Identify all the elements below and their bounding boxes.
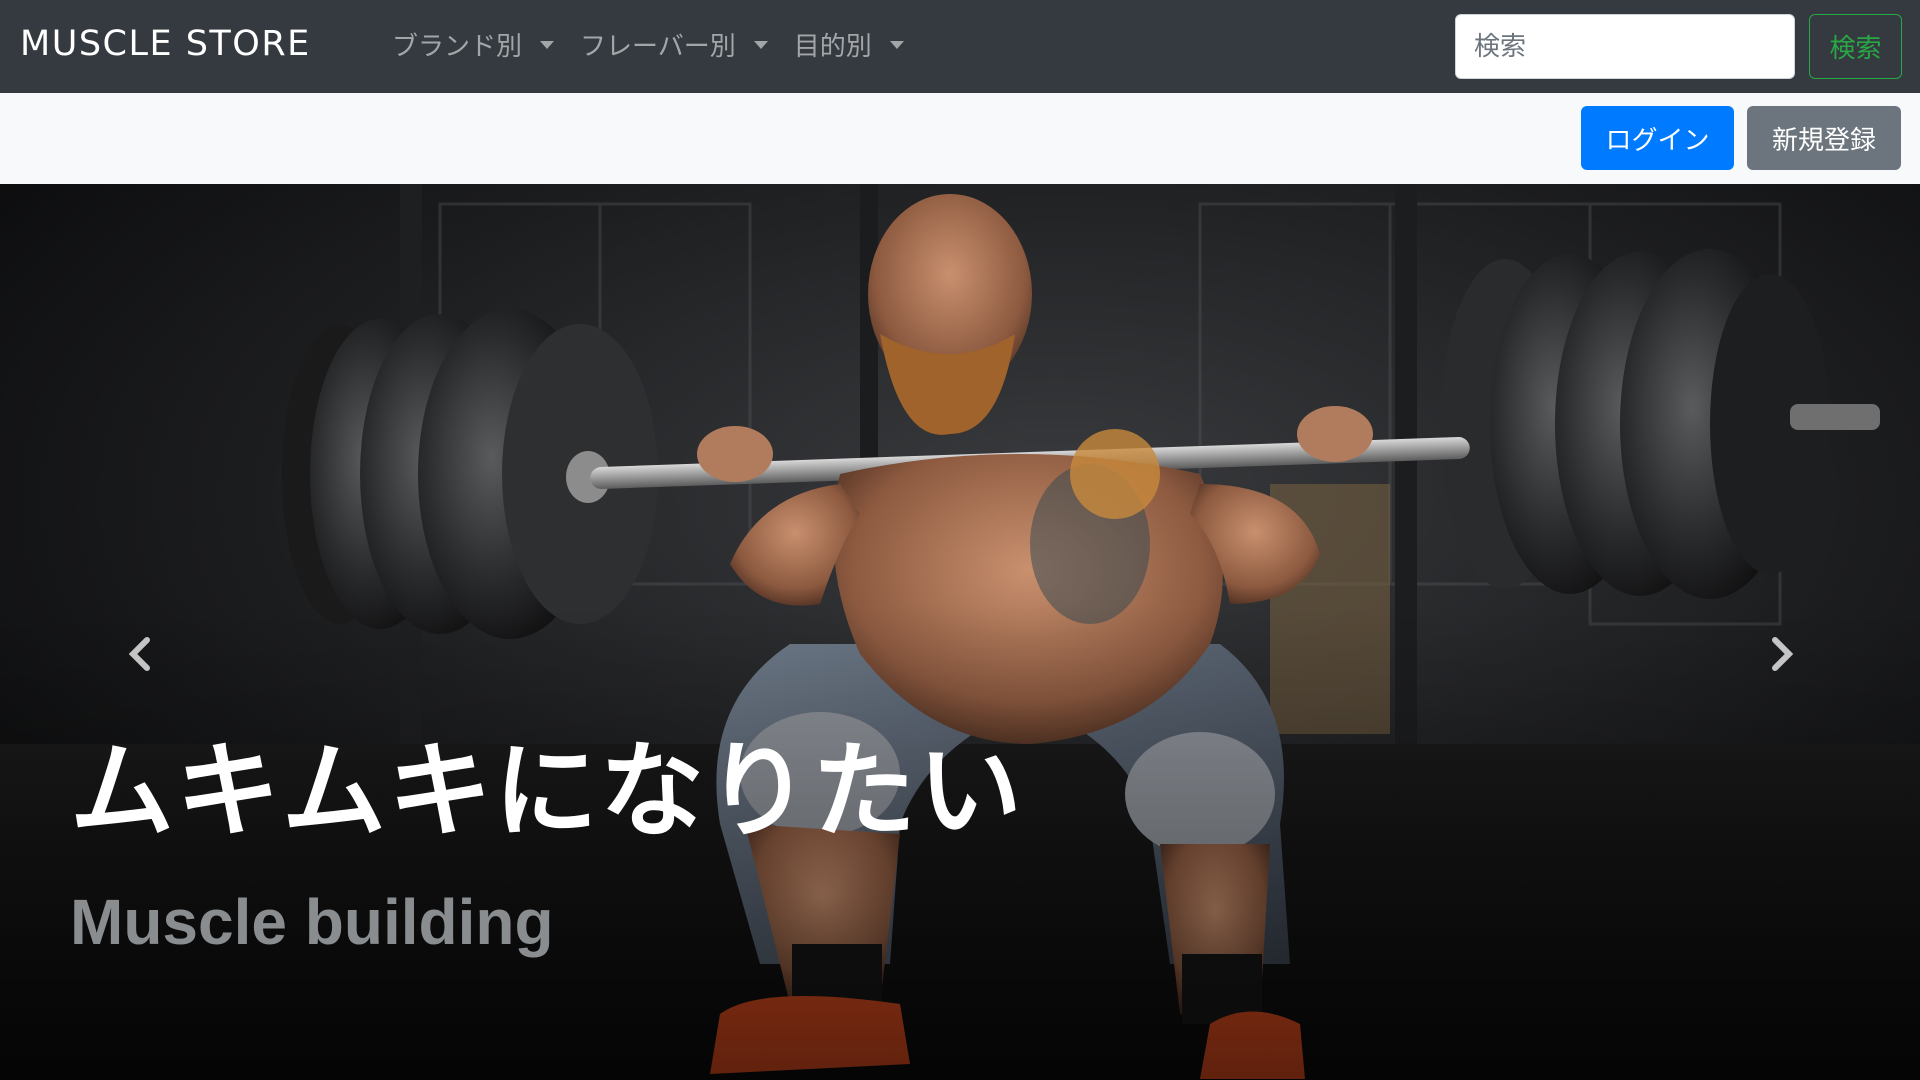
brand-dropdown-label: ブランド別 [392, 32, 523, 62]
account-bar: ログイン 新規登録 [0, 93, 1920, 184]
carousel-prev-button[interactable] [110, 624, 170, 684]
login-button[interactable]: ログイン [1581, 106, 1734, 170]
caret-down-icon [540, 40, 555, 49]
purpose-dropdown[interactable]: 目的別 [794, 26, 930, 63]
nav-menu: ブランド別 フレーバー別 目的別 [392, 26, 930, 63]
chevron-left-icon [128, 637, 150, 671]
caret-down-icon [753, 40, 768, 49]
carousel-caption: ムキムキになりたい Muscle building [70, 706, 1024, 959]
brand-dropdown[interactable]: ブランド別 [392, 26, 580, 63]
purpose-dropdown-label: 目的別 [793, 32, 872, 62]
hero-carousel: ムキムキになりたい Muscle building [0, 184, 1920, 1080]
register-button[interactable]: 新規登録 [1747, 106, 1901, 170]
caption-title: ムキムキになりたい [70, 730, 1025, 852]
search-form: 検索 [1455, 14, 1902, 79]
caret-down-icon [889, 40, 904, 49]
carousel-next-button[interactable] [1752, 624, 1812, 684]
top-navbar: MUSCLE STORE ブランド別 フレーバー別 目的別 検索 [0, 0, 1920, 93]
search-button[interactable]: 検索 [1809, 14, 1902, 79]
search-input[interactable] [1455, 14, 1795, 79]
flavor-dropdown-label: フレーバー別 [580, 32, 736, 62]
chevron-right-icon [1772, 637, 1794, 671]
flavor-dropdown[interactable]: フレーバー別 [580, 26, 794, 63]
caption-subtitle: Muscle building [70, 886, 554, 958]
brand-logo[interactable]: MUSCLE STORE [20, 24, 311, 64]
